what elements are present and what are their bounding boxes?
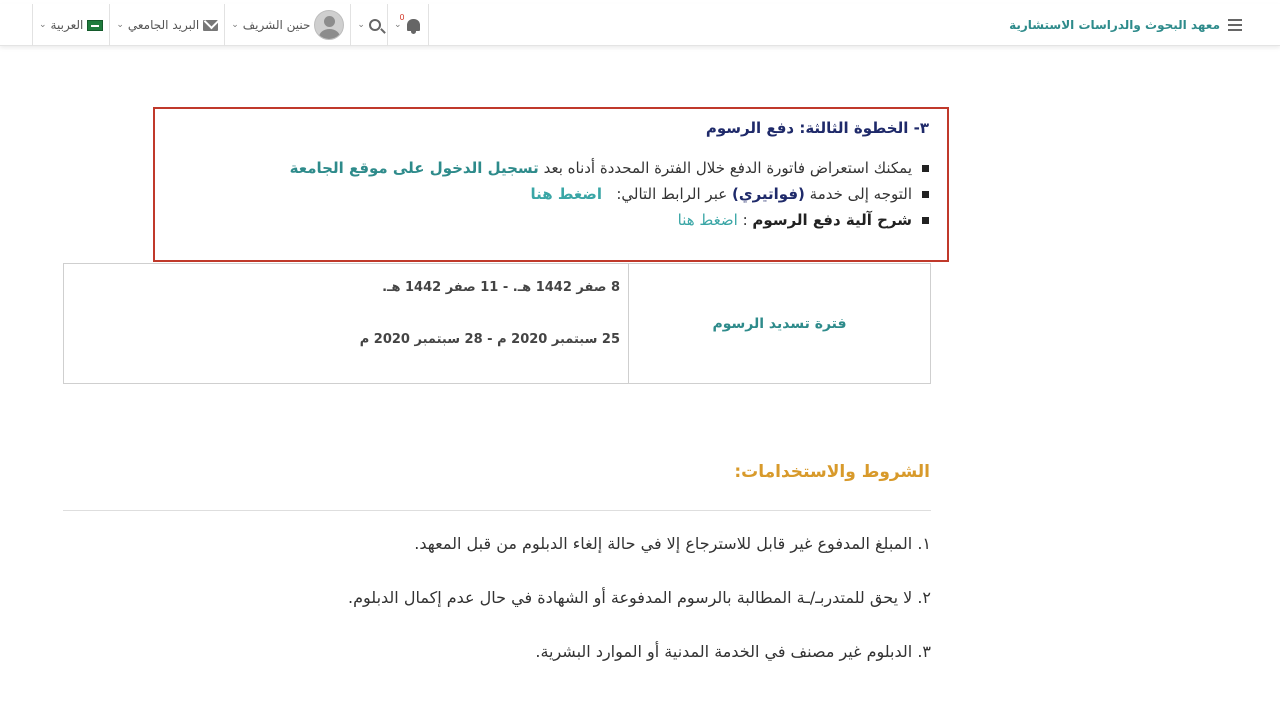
user-menu[interactable]: ⌄ حنين الشريف [224, 4, 350, 46]
separator: : [742, 211, 748, 229]
list-item: التوجه إلى خدمة (فواتيري) عبر الرابط الت… [173, 181, 929, 207]
bullet-icon [922, 164, 929, 172]
language-selector[interactable]: ⌄ العربية [32, 4, 109, 46]
bullet-icon [922, 190, 929, 198]
step-title: ٣- الخطوة الثالثة: دفع الرسوم [705, 119, 929, 137]
instruction-text: التوجه إلى خدمة [809, 185, 912, 203]
search-icon [368, 19, 381, 31]
notifications-menu[interactable]: ⌄ 0 [386, 4, 429, 46]
gregorian-date-range: 25 سبتمبر 2020 م - 28 سبتمبر 2020 م [359, 332, 620, 347]
fee-period-table: فترة تسديد الرسوم 8 صفر 1442 هـ. - 11 صف… [63, 263, 931, 384]
list-item: شرح آلية دفع الرسوم : اضغط هنا [173, 207, 929, 233]
header-nav: ⌄ العربية ⌄ البريد الجامعي ⌄ حنين الشريف… [32, 4, 429, 46]
bullet-icon [922, 216, 929, 224]
chevron-down-icon: ⌄ [357, 20, 365, 30]
brand[interactable]: معهد البحوث والدراسات الاستشارية [1009, 4, 1242, 46]
saudi-flag-icon [87, 19, 104, 31]
invoices-link[interactable]: اضغط هنا [530, 181, 602, 207]
user-name: حنين الشريف [242, 18, 311, 32]
step-instructions: يمكنك استعراض فاتورة الدفع خلال الفترة ا… [173, 155, 929, 233]
chevron-down-icon: ⌄ [231, 20, 239, 30]
terms-title: الشروط والاستخدامات: [734, 462, 930, 482]
language-label: العربية [50, 18, 84, 32]
bell-icon: 0 [400, 13, 422, 34]
chevron-down-icon: ⌄ [39, 20, 47, 30]
hijri-date-range: 8 صفر 1442 هـ. - 11 صفر 1442 هـ. [382, 280, 620, 295]
fee-period-label: فترة تسديد الرسوم [628, 264, 930, 383]
payment-explanation-link[interactable]: اضغط هنا [678, 207, 738, 233]
university-mail-menu[interactable]: ⌄ البريد الجامعي [109, 4, 224, 46]
service-name: (فواتيري) [731, 185, 805, 203]
avatar [314, 10, 345, 40]
list-item: ٣. الدبلوم غير مصنف في الخدمة المدنية أو… [535, 642, 931, 661]
list-item: يمكنك استعراض فاتورة الدفع خلال الفترة ا… [173, 155, 929, 181]
mail-label: البريد الجامعي [127, 18, 200, 32]
envelope-icon [203, 19, 219, 31]
login-instruction-highlight: تسجيل الدخول على موقع الجامعة [289, 159, 539, 177]
top-navbar: معهد البحوث والدراسات الاستشارية ⌄ العرب… [0, 4, 1280, 46]
search-menu[interactable]: ⌄ [350, 4, 387, 46]
instruction-text: يمكنك استعراض فاتورة الدفع خلال الفترة ا… [543, 159, 912, 177]
fee-period-values: 8 صفر 1442 هـ. - 11 صفر 1442 هـ. 25 سبتم… [64, 264, 628, 383]
payment-step-box: ٣- الخطوة الثالثة: دفع الرسوم يمكنك استع… [153, 107, 949, 262]
chevron-down-icon: ⌄ [116, 20, 124, 30]
notification-count: 0 [399, 13, 405, 22]
hamburger-menu-icon[interactable] [1228, 19, 1242, 31]
brand-title[interactable]: معهد البحوث والدراسات الاستشارية [1009, 18, 1220, 32]
divider [63, 510, 931, 511]
list-item: ٢. لا يحق للمتدربـ/ـة المطالبة بالرسوم ا… [348, 588, 931, 607]
instruction-text: عبر الرابط التالي: [616, 185, 728, 203]
list-item: ١. المبلغ المدفوع غير قابل للاسترجاع إلا… [414, 534, 931, 553]
terms-list: ١. المبلغ المدفوع غير قابل للاسترجاع إلا… [348, 530, 931, 692]
payment-explanation-label: شرح آلية دفع الرسوم [752, 211, 912, 229]
